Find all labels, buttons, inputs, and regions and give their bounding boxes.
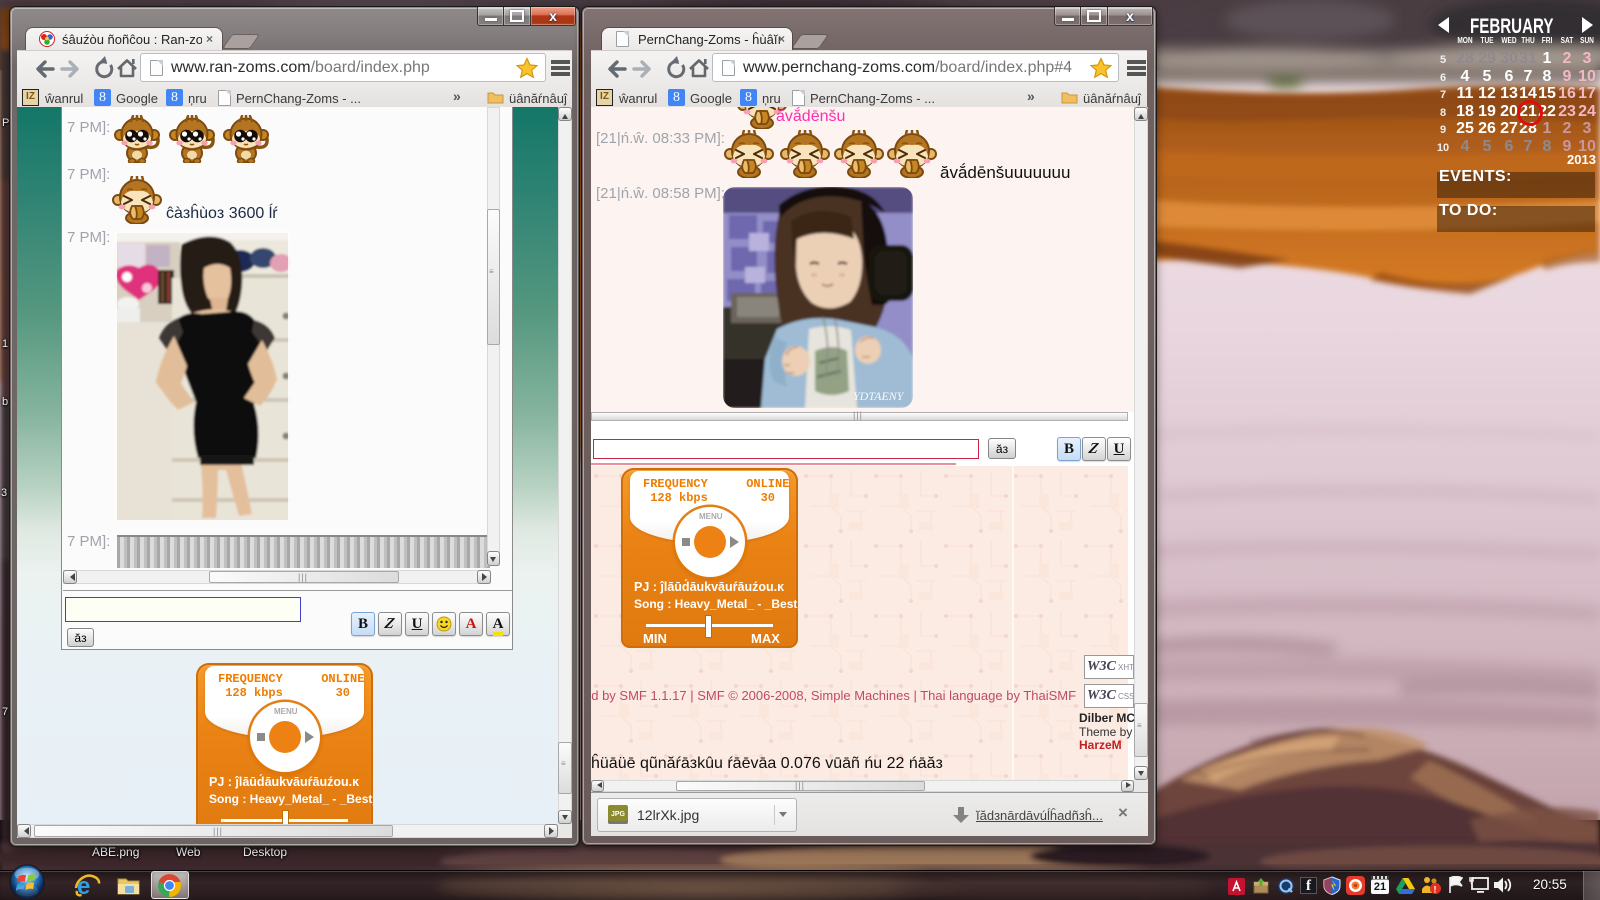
svg-text:!: ! xyxy=(1434,885,1437,895)
svg-text:YDTAENY: YDTAENY xyxy=(853,389,905,403)
